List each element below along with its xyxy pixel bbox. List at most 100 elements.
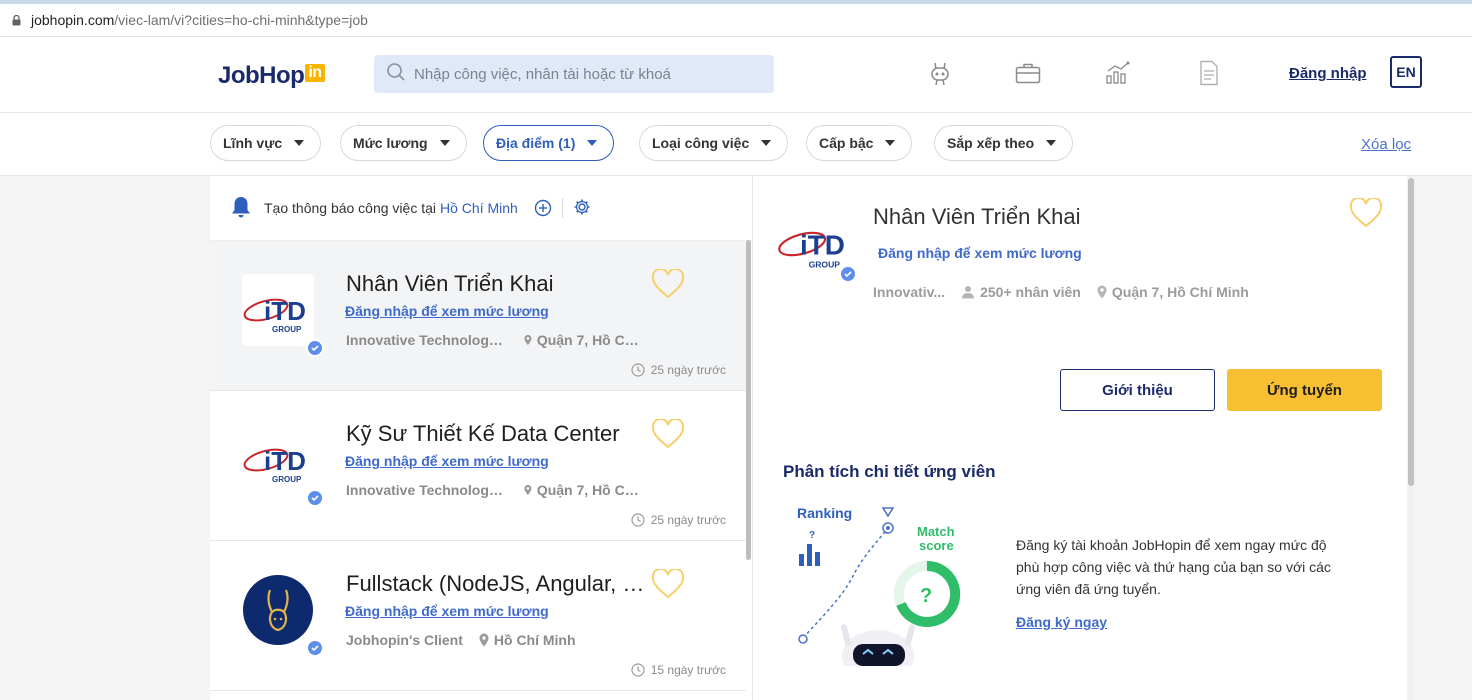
- job-location: Hồ Chí Minh: [479, 632, 576, 648]
- svg-text:?: ?: [809, 530, 815, 541]
- caret-down-icon: [587, 140, 598, 146]
- signup-link[interactable]: Đăng ký ngay: [1016, 614, 1107, 630]
- chart-icon[interactable]: [1104, 59, 1132, 87]
- job-card[interactable]: Fullstack (NodeJS, Angular, ReactJS) Đăn…: [210, 541, 746, 691]
- clock-icon: [631, 663, 645, 677]
- posted-time-text: 25 ngày trước: [650, 363, 726, 377]
- filter-job-type[interactable]: Loại công việc: [639, 125, 789, 161]
- robot-icon[interactable]: [926, 59, 954, 87]
- logo-badge: in: [305, 64, 325, 82]
- bell-icon[interactable]: [230, 195, 252, 222]
- filter-label: Sắp xếp theo: [947, 135, 1035, 151]
- heart-icon[interactable]: [651, 567, 685, 599]
- user-icon: [962, 286, 975, 299]
- add-alert-icon[interactable]: [534, 199, 552, 217]
- posted-time-text: 15 ngày trước: [650, 663, 726, 677]
- job-card[interactable]: iTD GROUP Kỹ Sư Thiết Kế Data Center Đăng…: [210, 391, 746, 541]
- detail-meta: Innovativ... 250+ nhân viên Quận 7, Hồ C…: [873, 284, 1265, 300]
- svg-text:iTD: iTD: [264, 296, 306, 326]
- job-title[interactable]: Fullstack (NodeJS, Angular, ReactJS): [346, 571, 646, 597]
- browser-address-bar[interactable]: jobhopin.com/viec-lam/vi?cities=ho-chi-m…: [0, 0, 1472, 37]
- gear-icon[interactable]: [573, 198, 591, 219]
- job-title[interactable]: Kỹ Sư Thiết Kế Data Center: [346, 421, 646, 447]
- detail-company[interactable]: Innovativ...: [873, 284, 945, 300]
- briefcase-icon[interactable]: [1014, 59, 1042, 87]
- search-bar[interactable]: [374, 55, 774, 93]
- job-detail: iTD GROUP Nhân Viên Triển Khai Đăng nhập …: [753, 176, 1415, 700]
- filter-label: Địa điểm (1): [496, 135, 576, 151]
- filter-label: Mức lương: [353, 135, 428, 151]
- document-icon[interactable]: [1195, 59, 1223, 87]
- heart-icon[interactable]: [1349, 196, 1383, 228]
- job-meta: Innovative Technology Development Corpor…: [346, 332, 644, 348]
- caret-down-icon: [294, 140, 305, 146]
- filter-field[interactable]: Lĩnh vực: [210, 125, 322, 161]
- salary-login-link[interactable]: Đăng nhập để xem mức lương: [345, 303, 549, 319]
- job-meta: Jobhopin's Client Hồ Chí Minh: [346, 632, 576, 648]
- company-name: Innovative Technology Development Corpor…: [346, 332, 506, 348]
- map-pin-icon: [1097, 285, 1107, 299]
- rabbit-logo: [242, 574, 314, 646]
- language-toggle[interactable]: EN: [1390, 56, 1422, 88]
- heart-icon[interactable]: [651, 267, 685, 299]
- divider: [561, 198, 563, 218]
- verified-badge-icon: [306, 339, 324, 357]
- job-alert-city: Hồ Chí Minh: [440, 200, 518, 216]
- detail-salary-text[interactable]: Đăng nhập để xem mức lương: [878, 245, 1082, 261]
- map-pin-icon: [524, 484, 532, 496]
- login-link[interactable]: Đăng nhập: [1289, 65, 1367, 82]
- job-alert-bar: Tạo thông báo công việc tại Hồ Chí Minh: [210, 176, 752, 241]
- location-text: Hồ Chí Minh: [493, 632, 576, 648]
- svg-text:GROUP: GROUP: [809, 260, 841, 270]
- location-text: Quận 7, Hồ Chí Minh: [1111, 284, 1249, 300]
- company-name: Innovative Technology Development Corpor…: [346, 482, 506, 498]
- analysis-title: Phân tích chi tiết ứng viên: [783, 462, 996, 481]
- clear-filter-link[interactable]: Xóa lọc: [1361, 136, 1411, 153]
- filter-level[interactable]: Cấp bậc: [806, 125, 913, 161]
- filter-location[interactable]: Địa điểm (1): [483, 125, 615, 161]
- verified-badge-icon: [306, 489, 324, 507]
- search-input[interactable]: [414, 65, 754, 83]
- apply-button[interactable]: Ứng tuyển: [1227, 369, 1382, 411]
- clock-icon: [631, 513, 645, 527]
- svg-text:?: ?: [920, 585, 932, 607]
- filter-sort[interactable]: Sắp xếp theo: [934, 125, 1074, 161]
- jobhopin-logo[interactable]: JobHop in: [218, 61, 325, 91]
- url-host: jobhopin.com: [31, 12, 115, 28]
- company-name: Jobhopin's Client: [346, 632, 463, 648]
- verified-badge-icon: [839, 265, 857, 283]
- posted-time: 15 ngày trước: [631, 663, 726, 677]
- scrollbar-thumb[interactable]: [1408, 178, 1414, 486]
- caret-down-icon: [885, 140, 896, 146]
- filter-bar: Lĩnh vực Mức lương Địa điểm (1) Loại côn…: [0, 113, 1472, 176]
- map-pin-icon: [479, 633, 489, 647]
- logo-text: JobHop: [218, 62, 305, 89]
- salary-login-link[interactable]: Đăng nhập để xem mức lương: [345, 453, 549, 469]
- url-path: /viec-lam/vi?cities=ho-chi-minh&type=job: [114, 12, 368, 28]
- search-icon: [386, 62, 406, 87]
- job-title[interactable]: Nhân Viên Triển Khai: [346, 271, 646, 297]
- itd-group-logo: iTD GROUP: [242, 274, 314, 346]
- detail-location: Quận 7, Hồ Chí Minh: [1097, 284, 1249, 300]
- employees-text: 250+ nhân viên: [980, 284, 1081, 300]
- clock-icon: [631, 363, 645, 377]
- filter-label: Lĩnh vực: [223, 135, 283, 151]
- job-location: Quận 7, Hồ Chí Minh: [524, 482, 644, 498]
- job-card[interactable]: iTD GROUP Nhân Viên Triển Khai Đăng nhập …: [210, 241, 746, 391]
- intro-button[interactable]: Giới thiệu: [1060, 369, 1215, 411]
- posted-time: 25 ngày trước: [631, 513, 726, 527]
- job-list-scrollbar[interactable]: [746, 240, 751, 560]
- svg-text:GROUP: GROUP: [272, 325, 302, 334]
- location-text: Quận 7, Hồ Chí Minh: [536, 482, 644, 498]
- detail-job-title: Nhân Viên Triển Khai: [873, 204, 1081, 229]
- svg-text:GROUP: GROUP: [272, 475, 302, 484]
- detail-scrollbar[interactable]: [1407, 176, 1415, 700]
- heart-icon[interactable]: [651, 417, 685, 449]
- site-header: JobHopin Đăng nhập EN: [0, 37, 1472, 113]
- map-pin-icon: [524, 334, 532, 346]
- job-list: Tạo thông báo công việc tại Hồ Chí Minh …: [210, 176, 753, 700]
- illus-match-label: Match: [917, 524, 955, 539]
- filter-salary[interactable]: Mức lương: [340, 125, 467, 161]
- filter-label: Loại công việc: [652, 135, 750, 151]
- salary-login-link[interactable]: Đăng nhập để xem mức lương: [345, 603, 549, 619]
